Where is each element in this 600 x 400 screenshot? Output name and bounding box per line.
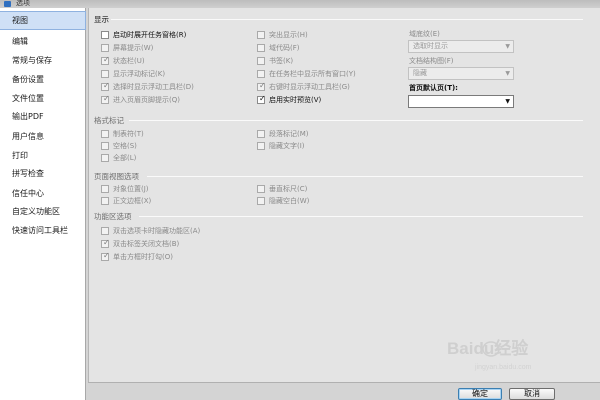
sidebar-item-customize-ribbon[interactable]: 自定义功能区	[0, 203, 85, 220]
sidebar-item-user-info[interactable]: 用户信息	[0, 128, 85, 145]
cancel-button[interactable]: 取消	[509, 388, 555, 400]
default-page-label: 首页默认页(T):	[409, 84, 458, 92]
checkmark-icon: ✓	[103, 251, 110, 260]
all-marks-checkbox[interactable]	[101, 154, 109, 162]
highlight-checkbox[interactable]	[257, 31, 265, 39]
checkmark-icon: ✓	[259, 94, 266, 103]
baidu-watermark: Baidu经验 jingyan.baidu.com	[447, 338, 532, 371]
field-codes-checkbox[interactable]	[257, 44, 265, 52]
text-boundaries-checkbox[interactable]	[101, 197, 109, 205]
sidebar-item-file-location[interactable]: 文件位置	[0, 90, 85, 107]
document-map-select[interactable]: 隐藏 ▼	[408, 67, 514, 80]
chevron-down-icon: ▼	[505, 43, 510, 50]
options-panel: 显示 启动时展开任务窗格(R) 屏幕提示(W) ✓ 状态栏(U) 显示浮动标记(…	[88, 8, 600, 382]
status-bar-checkbox[interactable]: ✓	[101, 55, 110, 65]
bookmarks-checkbox[interactable]	[257, 57, 265, 65]
sidebar-item-backup[interactable]: 备份设置	[0, 71, 85, 88]
document-map-label: 文档结构图(F)	[409, 57, 454, 65]
dblclick-close-doc-checkbox[interactable]: ✓	[101, 238, 110, 248]
right-click-toolbar-checkbox[interactable]: ✓	[257, 81, 266, 91]
checkmark-icon: ✓	[103, 55, 110, 64]
sidebar-item-spelling[interactable]: 拼写检查	[0, 165, 85, 182]
field-shading-select[interactable]: 选取时显示 ▼	[408, 40, 514, 53]
live-preview-checkbox[interactable]: ✓	[257, 94, 266, 104]
chevron-down-icon: ▼	[505, 70, 510, 77]
field-shading-label: 域底纹(E)	[409, 30, 440, 38]
display-group-title: 显示	[94, 15, 109, 24]
checkmark-icon: ✓	[259, 81, 266, 90]
sidebar-item-print[interactable]: 打印	[0, 147, 85, 164]
sidebar-item-quick-access[interactable]: 快速访问工具栏	[0, 222, 85, 239]
sidebar-item-trust-center[interactable]: 信任中心	[0, 185, 85, 202]
ribbon-group-divider	[139, 216, 583, 217]
sidebar-item-edit[interactable]: 编辑	[0, 33, 85, 50]
vertical-ruler-checkbox[interactable]	[257, 185, 265, 193]
selection-toolbar-checkbox[interactable]: ✓	[101, 81, 110, 91]
sidebar-item-general[interactable]: 常规与保存	[0, 52, 85, 69]
ok-button[interactable]: 确定	[458, 388, 502, 400]
paragraph-marks-checkbox[interactable]	[257, 130, 265, 138]
click-box-tick-checkbox[interactable]: ✓	[101, 251, 110, 261]
floating-marks-checkbox[interactable]	[101, 70, 109, 78]
dblclick-hide-ribbon-checkbox[interactable]	[101, 227, 109, 235]
title-bar[interactable]: 选项	[0, 0, 600, 8]
checkmark-icon: ✓	[103, 94, 110, 103]
watermark-text: Baidu经验	[447, 338, 529, 358]
sidebar-item-pdf[interactable]: 输出PDF	[0, 108, 85, 125]
default-page-select[interactable]: ▼	[408, 95, 514, 108]
header-footer-tip-checkbox[interactable]: ✓	[101, 94, 110, 104]
checkmark-icon: ✓	[103, 238, 110, 247]
tab-chars-checkbox[interactable]	[101, 130, 109, 138]
chevron-down-icon: ▼	[505, 98, 510, 105]
window-title: 选项	[16, 0, 30, 7]
ribbon-group-title: 功能区选项	[94, 212, 132, 221]
format-marks-group-divider	[129, 120, 583, 121]
screen-tips-checkbox[interactable]	[101, 44, 109, 52]
sidebar-item-view[interactable]: 视图	[0, 11, 86, 30]
display-group-divider	[111, 19, 583, 20]
page-view-group-title: 页面视图选项	[94, 172, 139, 181]
watermark-url: jingyan.baidu.com	[474, 364, 532, 371]
page-view-group-divider	[147, 176, 583, 177]
taskbar-windows-checkbox[interactable]	[257, 70, 265, 78]
hidden-text-checkbox[interactable]	[257, 142, 265, 150]
hide-whitespace-checkbox[interactable]	[257, 197, 265, 205]
spaces-checkbox[interactable]	[101, 142, 109, 150]
checkmark-icon: ✓	[103, 81, 110, 90]
expand-task-pane-checkbox[interactable]	[101, 31, 109, 39]
format-marks-group-title: 格式标记	[94, 116, 124, 125]
object-anchors-checkbox[interactable]	[101, 185, 109, 193]
options-sidebar: 视图 编辑 常规与保存 备份设置 文件位置 输出PDF 用户信息 打印 拼写检查…	[0, 8, 86, 400]
app-icon	[4, 1, 11, 7]
